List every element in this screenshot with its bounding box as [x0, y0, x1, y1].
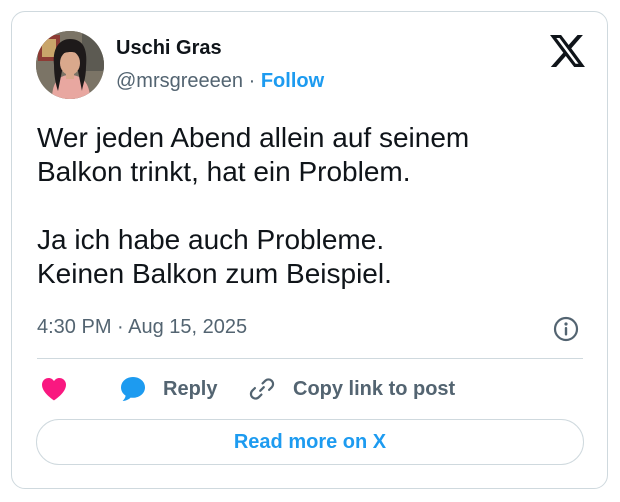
link-icon [249, 378, 275, 400]
copy-link-label: Copy link to post [293, 377, 456, 400]
reply-button[interactable]: Reply [119, 374, 217, 404]
post-text-line: Balkon trinkt, hat ein Problem. [37, 156, 411, 187]
heart-icon [42, 378, 66, 401]
post-text-line: Keinen Balkon zum Beispiel. [37, 258, 392, 289]
reply-bubble-icon [121, 377, 145, 401]
read-more-button[interactable]: Read more on X [36, 419, 584, 465]
x-logo-icon[interactable] [550, 35, 585, 67]
author-name[interactable]: Uschi Gras [116, 37, 222, 60]
copy-link-button[interactable]: Copy link to post [249, 374, 455, 404]
divider [37, 358, 583, 359]
handle-separator: · [248, 70, 256, 92]
post-text-line: Wer jeden Abend allein auf seinem [37, 122, 470, 153]
post-text: Wer jeden Abend allein auf seinem Balkon… [37, 121, 582, 291]
author-handle[interactable]: @mrsgreeeen [116, 70, 243, 92]
author-handle-row: @mrsgreeeen · Follow [116, 70, 324, 93]
like-button[interactable] [40, 374, 68, 404]
avatar[interactable] [36, 31, 104, 99]
embedded-post-card: Uschi Gras @mrsgreeeen · Follow Wer jede… [11, 11, 608, 489]
reply-label: Reply [163, 377, 218, 400]
follow-button[interactable]: Follow [261, 70, 324, 92]
post-text-line: Ja ich habe auch Probleme. [37, 224, 385, 255]
post-timestamp[interactable]: 4:30 PM · Aug 15, 2025 [37, 316, 247, 339]
info-icon[interactable] [553, 316, 579, 342]
